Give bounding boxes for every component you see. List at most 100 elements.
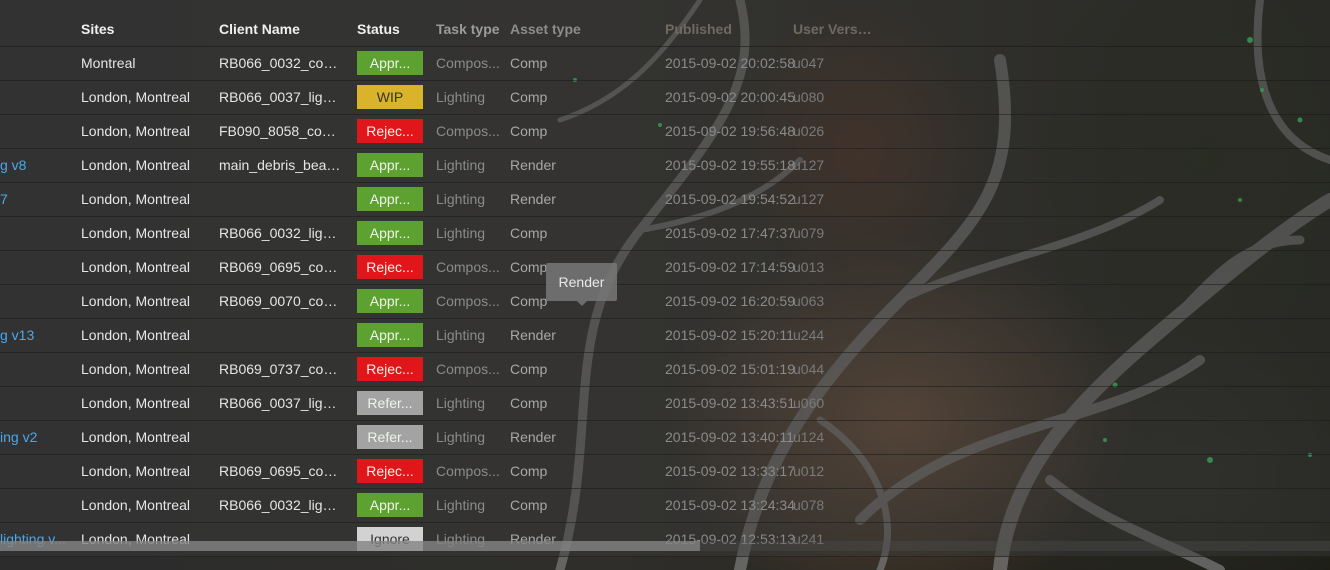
sites-cell: London, Montreal	[81, 395, 190, 411]
status-badge[interactable]: Appr...	[357, 187, 423, 211]
table-row[interactable]: Montreal RB066_0032_com... Appr... Compos..…	[0, 47, 1330, 81]
status-badge[interactable]: Appr...	[357, 323, 423, 347]
client-name-cell: RB066_0032_light...	[219, 497, 344, 513]
table-row[interactable]: London, Montreal RB069_0737_com... Rejec..…	[0, 353, 1330, 387]
status-cell: WIP	[357, 81, 423, 109]
table-row[interactable]: London, Montreal RB069_0070_com... Appr...…	[0, 285, 1330, 319]
user-version-cell: u060	[793, 395, 825, 411]
table-row[interactable]: London, Montreal RB066_0032_light... Appr.…	[0, 489, 1330, 523]
asset-type-cell: Comp	[510, 123, 548, 139]
sites-cell: London, Montreal	[81, 225, 190, 241]
asset-type-cell: Render	[510, 327, 556, 343]
status-cell: Refer...	[357, 387, 423, 415]
client-name-cell: RB066_0032_light...	[219, 225, 344, 241]
status-badge[interactable]: Rejec...	[357, 357, 423, 381]
status-badge[interactable]: Appr...	[357, 51, 423, 75]
task-type-cell: Lighting	[436, 225, 486, 241]
task-type-cell: Lighting	[436, 497, 486, 513]
status-cell: Appr...	[357, 183, 423, 211]
status-badge[interactable]: Appr...	[357, 221, 423, 245]
asset-type-cell: Comp	[510, 55, 548, 71]
task-type-cell: Compos...	[436, 463, 500, 479]
status-badge[interactable]: Rejec...	[357, 459, 423, 483]
table-row[interactable]: London, Montreal RB069_0695_com... Rejec..…	[0, 251, 1330, 285]
user-version-cell: u047	[793, 55, 825, 71]
asset-type-cell: Comp	[510, 497, 548, 513]
task-type-cell: Lighting	[436, 395, 486, 411]
client-name-cell: FB090_8058_com...	[219, 123, 344, 139]
status-badge[interactable]: Appr...	[357, 493, 423, 517]
status-cell: Rejec...	[357, 115, 423, 143]
user-version-cell: u078	[793, 497, 825, 513]
task-type-cell: Lighting	[436, 89, 486, 105]
item-name-link[interactable]: ing v2	[0, 421, 70, 453]
status-cell: Refer...	[357, 421, 423, 449]
sites-cell: London, Montreal	[81, 157, 190, 173]
status-cell: Appr...	[357, 319, 423, 347]
table-row[interactable]: g v13 London, Montreal Appr... Lighting Rend…	[0, 319, 1330, 353]
item-name-link[interactable]: 7	[0, 183, 70, 215]
client-name-cell: RB066_0037_light...	[219, 89, 344, 105]
status-cell: Appr...	[357, 149, 423, 177]
status-badge[interactable]: Rejec...	[357, 255, 423, 279]
user-version-cell: u063	[793, 293, 825, 309]
item-name-link[interactable]: g v8	[0, 149, 70, 181]
user-version-cell: u026	[793, 123, 825, 139]
user-version-cell: u244	[793, 327, 825, 343]
table-row[interactable]: 7 London, Montreal Appr... Lighting Render 20…	[0, 183, 1330, 217]
status-cell: Appr...	[357, 47, 423, 75]
user-version-cell: u124	[793, 429, 825, 445]
sites-cell: London, Montreal	[81, 89, 190, 105]
client-name-cell: RB069_0070_com...	[219, 293, 344, 309]
client-name-cell: main_debris_beau...	[219, 157, 344, 173]
table-row[interactable]: London, Montreal RB066_0037_light... WIP Li…	[0, 81, 1330, 115]
task-type-cell: Compos...	[436, 361, 500, 377]
user-version-cell: u127	[793, 157, 825, 173]
status-badge[interactable]: Appr...	[357, 289, 423, 313]
task-type-cell: Compos...	[436, 293, 500, 309]
table-row[interactable]: London, Montreal RB066_0032_light... Appr.…	[0, 217, 1330, 251]
asset-table: Sites Client Name Status Task type Asset…	[0, 0, 1330, 557]
item-name-link[interactable]: g v13	[0, 319, 70, 351]
horizontal-scrollbar-thumb[interactable]	[0, 541, 700, 551]
table-row[interactable]: ing v2 London, Montreal Refer... Lighting Re…	[0, 421, 1330, 455]
sites-cell: London, Montreal	[81, 327, 190, 343]
status-cell: Rejec...	[357, 251, 423, 279]
client-name-cell: RB069_0695_com...	[219, 463, 344, 479]
user-version-cell: u127	[793, 191, 825, 207]
user-version-cell: u044	[793, 361, 825, 377]
user-version-cell: u013	[793, 259, 825, 275]
sites-cell: London, Montreal	[81, 191, 190, 207]
client-name-cell: RB069_0695_com...	[219, 259, 344, 275]
table-body: Montreal RB066_0032_com... Appr... Compos..…	[0, 47, 1330, 557]
status-badge[interactable]: Appr...	[357, 153, 423, 177]
table-row[interactable]: London, Montreal RB066_0037_light... Refer…	[0, 387, 1330, 421]
task-type-cell: Lighting	[436, 429, 486, 445]
status-badge[interactable]: Refer...	[357, 391, 423, 415]
asset-type-cell: Comp	[510, 463, 548, 479]
status-badge[interactable]: WIP	[357, 85, 423, 109]
sites-cell: Montreal	[81, 55, 136, 71]
sites-cell: London, Montreal	[81, 463, 190, 479]
client-name-cell: RB069_0737_com...	[219, 361, 344, 377]
task-type-cell: Compos...	[436, 123, 500, 139]
task-type-cell: Lighting	[436, 157, 486, 173]
user-version-cell: u079	[793, 225, 825, 241]
asset-type-cell: Comp	[510, 361, 548, 377]
status-badge[interactable]: Rejec...	[357, 119, 423, 143]
asset-type-cell: Comp	[510, 89, 548, 105]
user-version-cell: u012	[793, 463, 825, 479]
table-row[interactable]: g v8 London, Montreal main_debris_beau... A…	[0, 149, 1330, 183]
table-row[interactable]: lighting v... London, Montreal Ignore Light…	[0, 523, 1330, 557]
table-row[interactable]: London, Montreal FB090_8058_com... Rejec..…	[0, 115, 1330, 149]
sites-cell: London, Montreal	[81, 429, 190, 445]
sites-cell: London, Montreal	[81, 293, 190, 309]
sites-cell: London, Montreal	[81, 497, 190, 513]
table-row[interactable]: London, Montreal RB069_0695_com... Rejec..…	[0, 455, 1330, 489]
task-type-cell: Lighting	[436, 327, 486, 343]
sites-cell: London, Montreal	[81, 361, 190, 377]
table-header: Sites Client Name Status Task type Asset…	[0, 0, 1330, 47]
status-badge[interactable]: Refer...	[357, 425, 423, 449]
task-type-cell: Lighting	[436, 191, 486, 207]
asset-type-cell: Comp	[510, 395, 548, 411]
